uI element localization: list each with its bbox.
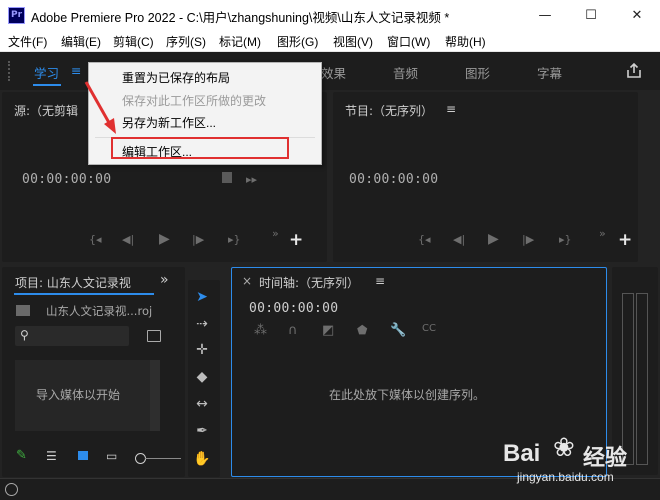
timeline-panel-title[interactable]: 时间轴:（无序列） [259,274,359,291]
paw-icon: ❀ [553,432,575,462]
menu-file[interactable]: 文件(F) [8,33,47,50]
tab-audio[interactable]: 音频 [393,63,418,82]
active-tab-underline [33,84,61,86]
project-file-icon [16,305,30,316]
share-icon[interactable] [624,61,644,81]
track-select-tool-icon[interactable]: ⇢ [190,313,214,335]
settings-icon[interactable] [222,172,232,183]
menu-window[interactable]: 窗口(W) [387,33,430,50]
tab-captions[interactable]: 字幕 [537,63,562,82]
annotation-arrow-icon [84,81,116,134]
ripple-edit-tool-icon[interactable]: ✛ [190,339,214,361]
icon-view-icon[interactable] [78,451,88,460]
scrollbar[interactable] [150,360,160,431]
freeform-view-icon[interactable]: ▭ [106,449,117,463]
new-bin-icon[interactable] [147,330,161,342]
menu-bar: 文件(F) 编辑(E) 剪辑(C) 序列(S) 标记(M) 图形(G) 视图(V… [0,31,660,52]
panel-overflow-icon[interactable]: » [160,272,169,288]
timeline-panel-menu-icon[interactable]: ≡ [375,274,385,288]
tab-learning[interactable]: 学习 [34,63,59,82]
menu-sequence[interactable]: 序列(S) [166,33,206,50]
play-icon[interactable]: ▶ [488,231,499,247]
menu-marker[interactable]: 标记(M) [219,33,261,50]
timeline-empty-text: 在此处放下媒体以创建序列。 [329,388,486,402]
save-as-new-workspace-item[interactable]: 另存为新工作区... [122,114,216,131]
add-button[interactable]: + [618,230,632,250]
add-button[interactable]: + [289,230,303,250]
snap-icon[interactable]: ∩ [288,323,298,338]
nest-icon[interactable]: ⁂ [254,323,267,338]
timeline-panel: × 时间轴:（无序列） ≡ 00:00:00:00 ⁂ ∩ ◩ ⬟ 🔧 CC 在… [231,267,607,477]
menu-view[interactable]: 视图(V) [333,33,373,50]
save-changes-item: 保存对此工作区所做的更改 [122,94,267,108]
more-controls-icon[interactable]: » [599,227,606,240]
premiere-app-icon[interactable]: Pr [8,7,25,24]
menu-edit[interactable]: 编辑(E) [61,33,101,50]
reset-layout-item[interactable]: 重置为已保存的布局 [122,69,230,86]
slip-tool-icon[interactable]: ↔ [190,393,214,415]
audio-meter-right [636,293,648,465]
project-panel-title[interactable]: 项目: 山东人文记录视 [15,274,131,291]
step-back-icon[interactable]: ◀| [453,233,465,246]
minimize-button[interactable]: — [522,0,568,31]
tab-effects[interactable]: 效果 [321,63,346,82]
active-tab-underline [14,293,154,295]
source-timecode[interactable]: 00:00:00:00 [22,172,111,187]
step-back-icon[interactable]: ◀| [122,233,134,246]
mark-in-icon[interactable]: {◂ [89,233,102,246]
source-panel-title[interactable]: 源:（无剪辑 [14,102,78,119]
timeline-timecode[interactable]: 00:00:00:00 [249,301,338,316]
list-view-icon[interactable]: ☰ [46,449,57,463]
project-panel: 项目: 山东人文记录视 » 山东人文记录视...roj ⚲ 导入媒体以开始 ✎ … [2,267,185,477]
title-bar: Pr Adobe Premiere Pro 2022 - C:\用户\zhang… [0,0,660,31]
menu-graphics[interactable]: 图形(G) [277,33,318,50]
wrench-icon[interactable]: 🔧 [390,323,406,338]
program-timecode[interactable]: 00:00:00:00 [349,172,438,187]
expand-icon[interactable]: ▸▸ [246,173,257,186]
mark-out-icon[interactable]: ▸} [559,233,572,246]
search-icon: ⚲ [20,328,29,342]
program-panel-title[interactable]: 节目:（无序列） [345,102,433,119]
maximize-button[interactable]: ☐ [568,0,614,31]
mark-out-icon[interactable]: ▸} [228,233,241,246]
watermark-brand-suffix: 经验 [583,445,628,470]
selection-tool-icon[interactable]: ➤ [190,286,214,308]
captions-icon[interactable]: CC [422,323,436,334]
razor-tool-icon[interactable]: ◆ [190,366,214,388]
hand-tool-icon[interactable]: ✋ [190,448,214,470]
program-panel-menu-icon[interactable]: ≡ [446,102,456,116]
linked-selection-icon[interactable]: ◩ [322,323,334,338]
play-icon[interactable]: ▶ [159,231,170,247]
tab-graphics[interactable]: 图形 [465,63,490,82]
menu-help[interactable]: 帮助(H) [445,33,486,50]
close-window-button[interactable]: ✕ [614,0,660,31]
zoom-slider-track[interactable] [145,458,181,459]
step-forward-icon[interactable]: |▶ [192,233,204,246]
add-marker-icon[interactable]: ⬟ [357,323,367,337]
pen-tool-icon[interactable]: ✒ [190,420,214,442]
more-controls-icon[interactable]: » [272,227,279,240]
watermark-brand: Bai [503,440,541,467]
menu-clip[interactable]: 剪辑(C) [113,33,154,50]
status-icon[interactable] [5,483,18,496]
program-monitor-panel: 节目:（无序列） ≡ 00:00:00:00 {◂ ◀| ▶ |▶ ▸} » + [333,92,638,262]
highlight-box [111,137,289,159]
mark-in-icon[interactable]: {◂ [418,233,431,246]
watermark-url: jingyan.baidu.com [517,470,614,484]
window-title: Adobe Premiere Pro 2022 - C:\用户\zhangshu… [31,11,450,25]
import-media-text: 导入媒体以开始 [36,388,121,402]
grip-handle[interactable] [8,61,12,81]
media-drop-area[interactable]: 导入媒体以开始 [15,360,150,431]
timeline-close-icon[interactable]: × [242,274,252,288]
project-file-name: 山东人文记录视...roj [46,304,153,318]
search-input[interactable]: ⚲ [15,326,129,346]
step-forward-icon[interactable]: |▶ [522,233,534,246]
pencil-icon[interactable]: ✎ [16,448,27,463]
